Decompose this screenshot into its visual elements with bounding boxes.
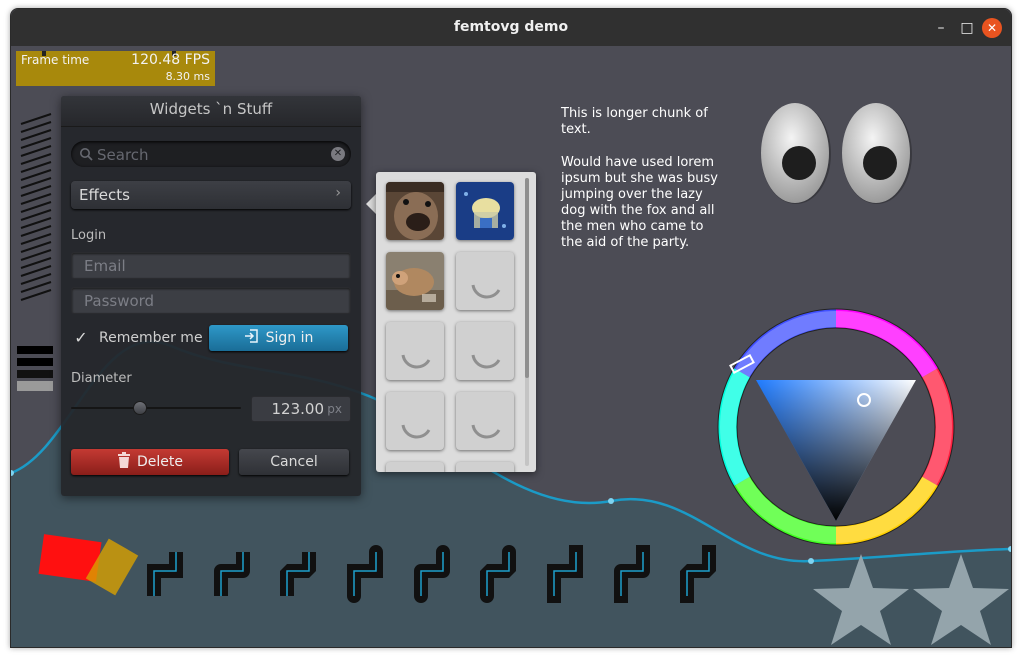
- spinner-icon: [386, 462, 444, 472]
- login-icon: [244, 329, 258, 343]
- spinner-icon: [471, 424, 501, 439]
- delete-button[interactable]: Delete: [71, 449, 229, 475]
- app-window: femtovg demo – □ ✕ Frame time 120.48 FPS…: [10, 8, 1012, 648]
- remember-label: Remember me: [99, 330, 203, 346]
- thumbnail-loading[interactable]: [456, 322, 514, 380]
- hatch-lines: [20, 113, 52, 301]
- delete-label: Delete: [137, 454, 183, 470]
- caps-bars: [17, 346, 53, 391]
- close-button[interactable]: ✕: [982, 18, 1002, 38]
- demo-canvas[interactable]: Frame time 120.48 FPS 8.30 ms Widgets `n…: [11, 46, 1011, 647]
- animal-image: [386, 252, 444, 310]
- maximize-button[interactable]: □: [957, 18, 977, 38]
- effects-dropdown[interactable]: Effects ›: [71, 181, 351, 209]
- dropdown-label: Effects: [79, 186, 130, 204]
- thumbnail-loading[interactable]: [456, 462, 514, 472]
- title-bar[interactable]: femtovg demo – □ ✕: [11, 9, 1011, 46]
- sign-in-button[interactable]: Sign in: [209, 325, 348, 351]
- email-field[interactable]: Email: [71, 252, 351, 279]
- spinner-icon: [456, 462, 514, 472]
- search-input[interactable]: Search ✕: [71, 141, 351, 167]
- search-placeholder: Search: [97, 146, 149, 164]
- text-line-2: Would have used lorem ipsum but she was …: [561, 155, 718, 250]
- diameter-label: Diameter: [71, 371, 132, 386]
- thumbnail-loading[interactable]: [456, 252, 514, 310]
- scrollbar-handle[interactable]: [525, 178, 529, 378]
- fps-value: 120.48 FPS: [131, 52, 210, 68]
- email-placeholder: Email: [84, 257, 126, 275]
- window-title: femtovg demo: [453, 19, 569, 35]
- minimize-button[interactable]: –: [931, 18, 951, 38]
- clear-icon[interactable]: ✕: [331, 147, 345, 161]
- ms-value: 8.30 ms: [165, 70, 210, 83]
- password-field[interactable]: Password: [71, 287, 351, 314]
- frame-time-label: Frame time: [21, 53, 90, 67]
- thumbnail-loading[interactable]: [386, 462, 444, 472]
- popup-arrow: [366, 194, 376, 214]
- diameter-unit: px: [327, 402, 342, 416]
- thumbnail-loading[interactable]: [386, 322, 444, 380]
- panel-title: Widgets `n Stuff: [61, 96, 361, 127]
- search-icon: [80, 148, 93, 161]
- login-label: Login: [71, 228, 107, 243]
- frame-time-graph: Frame time 120.48 FPS 8.30 ms: [16, 51, 215, 86]
- thumbnail-animal[interactable]: [386, 252, 444, 310]
- spinner-icon: [471, 354, 501, 369]
- spinner-icon: [401, 424, 431, 439]
- thumbnail-jellyfish[interactable]: [456, 182, 514, 240]
- widgets-panel: Widgets `n Stuff Search ✕ Effects › Logi…: [61, 96, 361, 496]
- eyes: [761, 103, 912, 204]
- chevron-right-icon: ›: [335, 185, 341, 201]
- spinner-icon: [401, 354, 431, 369]
- thumbnail-loading[interactable]: [386, 392, 444, 450]
- thumbnail-dog[interactable]: [386, 182, 444, 240]
- diameter-number-field[interactable]: 123.00 px: [251, 396, 351, 422]
- jellyfish-image: [456, 182, 514, 240]
- cancel-button[interactable]: Cancel: [239, 449, 349, 475]
- diameter-value: 123.00: [271, 400, 325, 418]
- sign-in-label: Sign in: [265, 330, 314, 346]
- color-wheel: [717, 308, 955, 546]
- spinner-icon: [471, 284, 501, 299]
- trash-icon: [118, 452, 130, 468]
- cancel-label: Cancel: [270, 454, 318, 470]
- password-placeholder: Password: [84, 292, 155, 310]
- dog-image: [386, 182, 444, 240]
- thumbnail-loading[interactable]: [456, 392, 514, 450]
- slider-knob[interactable]: [133, 401, 147, 415]
- thumbnail-popup[interactable]: [376, 172, 536, 472]
- text-line-1: This is longer chunk of text.: [561, 106, 708, 137]
- remember-checkbox[interactable]: ✓: [71, 328, 91, 348]
- diameter-slider[interactable]: [71, 407, 241, 409]
